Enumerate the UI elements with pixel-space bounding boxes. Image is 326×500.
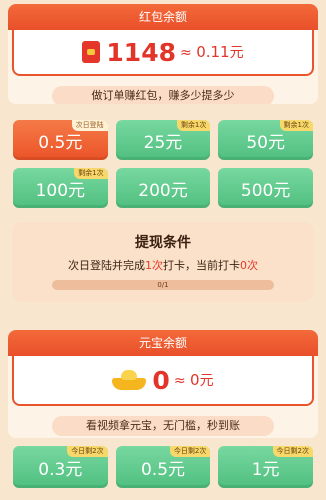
ingot-promo-text: 看视频拿元宝，无门槛，秒到账 [52, 416, 274, 436]
ingot-balance-amount: 0 [152, 365, 170, 395]
option-amount: 100元 [35, 180, 86, 201]
ingot-withdraw-option-1[interactable]: 1元 今日剩2次 [218, 446, 313, 488]
option-amount: 50元 [246, 132, 285, 153]
gold-ingot-icon [112, 370, 147, 390]
approx-value: 0.11 [196, 43, 230, 61]
ingot-balance-card: 元宝余额 0 ≈ 0元 看视频拿元宝，无门槛，秒到账 [8, 330, 318, 438]
condition-text-middle: 打卡，当前打卡 [163, 259, 240, 272]
option-tag: 剩余1次 [74, 168, 108, 179]
withdraw-condition-panel: 提现条件 次日登陆并完成1次打卡，当前打卡0次 0/1 [12, 222, 314, 302]
option-amount: 0.3元 [38, 459, 83, 480]
option-amount: 25元 [143, 132, 183, 153]
ingot-options-grid: 0.3元 今日剩2次 0.5元 今日剩2次 1元 今日剩2次 [13, 446, 313, 488]
condition-text-prefix: 次日登陆并完成 [68, 259, 145, 272]
condition-required-count: 1次 [145, 259, 163, 272]
option-tag: 剩余1次 [176, 120, 211, 131]
option-amount: 1元 [251, 459, 280, 480]
ingot-withdraw-option-0-3[interactable]: 0.3元 今日剩2次 [13, 446, 108, 488]
checkin-progress-label: 0/1 [157, 281, 169, 289]
withdraw-condition-title: 提现条件 [135, 235, 191, 251]
redpacket-balance-amount: 1148 [106, 37, 176, 67]
approx-unit: 元 [199, 373, 214, 389]
redpacket-balance-card: 红包余额 1148 ≈ 0.11元 做订单赚红包，赚多少提多少 [8, 4, 318, 104]
red-packet-icon [82, 41, 101, 63]
withdraw-option-50[interactable]: 50元 剩余1次 [218, 120, 313, 160]
ingot-balance-header: 元宝余额 [8, 330, 318, 356]
option-tag: 今日剩2次 [169, 446, 211, 457]
approx-symbol: ≈ [173, 373, 186, 389]
approx-unit: 元 [229, 45, 244, 61]
option-amount: 200元 [138, 180, 188, 201]
option-amount: 0.5元 [140, 459, 186, 480]
redpacket-balance-approx: ≈ 0.11元 [180, 42, 244, 62]
ingot-balance-approx: ≈ 0元 [174, 370, 214, 390]
option-tag: 今日剩2次 [272, 446, 313, 457]
option-tag: 今日剩2次 [67, 446, 108, 457]
option-amount: 500元 [240, 180, 291, 201]
redpacket-promo-text: 做订单赚红包，赚多少提多少 [52, 86, 274, 104]
checkin-progress-bar: 0/1 [52, 280, 274, 290]
withdraw-option-100[interactable]: 100元 剩余1次 [13, 168, 108, 208]
ingot-withdraw-option-0-5[interactable]: 0.5元 今日剩2次 [115, 446, 211, 488]
approx-symbol: ≈ [180, 45, 192, 61]
withdraw-option-0-5[interactable]: 0.5元 次日登陆 [13, 120, 108, 160]
withdraw-condition-text: 次日登陆并完成1次打卡，当前打卡0次 [12, 257, 314, 273]
option-amount: 0.5元 [38, 132, 83, 153]
withdraw-option-25[interactable]: 25元 剩余1次 [115, 120, 211, 160]
redpacket-balance-header: 红包余额 [8, 4, 318, 30]
option-tag: 次日登陆 [71, 120, 108, 131]
condition-current-count: 0次 [240, 259, 258, 272]
ingot-balance-box: 0 ≈ 0元 [12, 356, 314, 406]
withdraw-option-200[interactable]: 200元 [115, 168, 211, 208]
withdraw-option-500[interactable]: 500元 [218, 168, 313, 208]
approx-value: 0 [190, 371, 200, 389]
redpacket-balance-box: 1148 ≈ 0.11元 [12, 30, 314, 76]
redpacket-options-grid: 0.5元 次日登陆 25元 剩余1次 50元 剩余1次 100元 剩余1次 20… [13, 120, 313, 208]
option-tag: 剩余1次 [279, 120, 313, 131]
